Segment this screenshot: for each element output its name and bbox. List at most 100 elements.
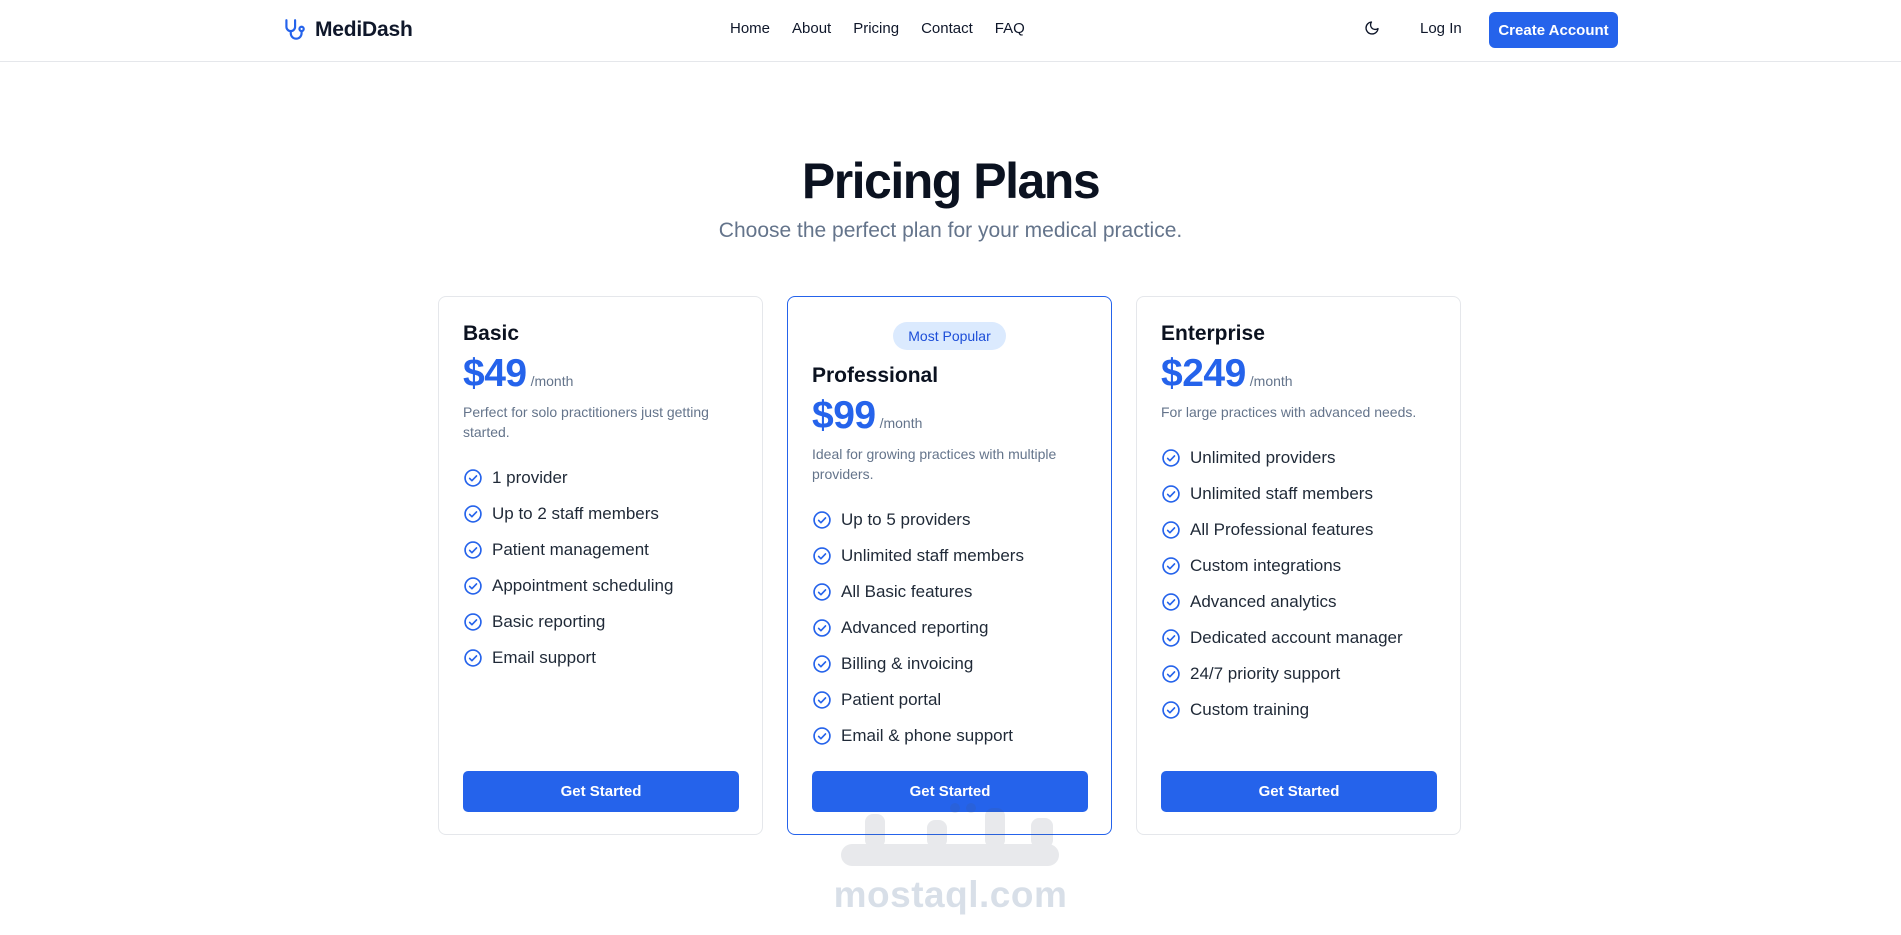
check-circle-icon xyxy=(812,582,832,602)
check-circle-icon xyxy=(463,576,483,596)
feature-label: Advanced reporting xyxy=(841,618,989,637)
check-circle-icon xyxy=(1161,484,1181,504)
price-row: $49 /month xyxy=(463,352,573,396)
feature-item: Advanced reporting xyxy=(812,610,1024,646)
plan-description: For large practices with advanced needs. xyxy=(1161,404,1417,420)
plan-period: /month xyxy=(1249,373,1293,389)
price-row: $249 /month xyxy=(1161,352,1293,396)
check-circle-icon xyxy=(1161,556,1181,576)
nav-home[interactable]: Home xyxy=(730,20,770,37)
nav-about[interactable]: About xyxy=(792,20,831,37)
feature-item: Custom integrations xyxy=(1161,548,1403,584)
login-link[interactable]: Log In xyxy=(1420,20,1462,37)
brand-name: MediDash xyxy=(315,18,413,41)
watermark-logo xyxy=(835,800,1066,880)
feature-label: Unlimited staff members xyxy=(1190,484,1373,503)
check-circle-icon xyxy=(1161,664,1181,684)
plan-period: /month xyxy=(530,373,574,389)
nav-pricing[interactable]: Pricing xyxy=(853,20,899,37)
check-circle-icon xyxy=(1161,448,1181,468)
check-circle-icon xyxy=(812,690,832,710)
feature-label: 24/7 priority support xyxy=(1190,664,1341,683)
plan-price: $249 xyxy=(1161,352,1246,395)
pricing-card-professional: Most Popular Professional $99 /month Ide… xyxy=(787,296,1112,835)
feature-item: Patient management xyxy=(463,532,673,568)
feature-item: Billing & invoicing xyxy=(812,646,1024,682)
check-circle-icon xyxy=(812,726,832,746)
watermark-text: mostaql.com xyxy=(833,874,1068,915)
feature-label: Custom integrations xyxy=(1190,556,1342,575)
feature-label: Advanced analytics xyxy=(1190,592,1337,611)
get-started-button-enterprise[interactable]: Get Started xyxy=(1161,771,1437,812)
page-subtitle: Choose the perfect plan for your medical… xyxy=(718,219,1183,242)
moon-icon xyxy=(1364,20,1380,41)
feature-label: All Professional features xyxy=(1190,520,1374,539)
check-circle-icon xyxy=(463,612,483,632)
feature-list: Up to 5 providers Unlimited staff member… xyxy=(812,502,1024,754)
feature-label: Up to 2 staff members xyxy=(492,504,659,523)
pricing-card-enterprise: Enterprise $249 /month For large practic… xyxy=(1136,296,1461,835)
price-row: $99 /month xyxy=(812,394,922,438)
feature-label: Up to 5 providers xyxy=(841,510,971,529)
create-account-button[interactable]: Create Account xyxy=(1489,12,1618,48)
nav-faq[interactable]: FAQ xyxy=(995,20,1025,37)
feature-item: Patient portal xyxy=(812,682,1024,718)
plan-description: Perfect for solo practitioners just gett… xyxy=(463,404,709,440)
check-circle-icon xyxy=(812,546,832,566)
feature-list: 1 provider Up to 2 staff members Patient… xyxy=(463,460,673,676)
feature-item: Unlimited providers xyxy=(1161,440,1403,476)
feature-item: Dedicated account manager xyxy=(1161,620,1403,656)
check-circle-icon xyxy=(812,618,832,638)
get-started-button-basic[interactable]: Get Started xyxy=(463,771,739,812)
plan-period: /month xyxy=(879,415,923,431)
check-circle-icon xyxy=(812,654,832,674)
feature-item: All Professional features xyxy=(1161,512,1403,548)
feature-item: Advanced analytics xyxy=(1161,584,1403,620)
feature-label: 1 provider xyxy=(492,468,568,487)
plan-price: $99 xyxy=(812,394,876,437)
theme-toggle-button[interactable] xyxy=(1362,20,1382,40)
feature-item: Unlimited staff members xyxy=(812,538,1024,574)
top-navbar: MediDash Home About Pricing Contact FAQ … xyxy=(0,0,1901,62)
feature-label: Patient portal xyxy=(841,690,942,709)
most-popular-badge: Most Popular xyxy=(893,322,1006,350)
check-circle-icon xyxy=(463,648,483,668)
feature-label: Unlimited providers xyxy=(1190,448,1336,467)
feature-label: Billing & invoicing xyxy=(841,654,974,673)
check-circle-icon xyxy=(463,468,483,488)
plan-name: Enterprise xyxy=(1161,322,1265,345)
check-circle-icon xyxy=(463,540,483,560)
feature-label: Appointment scheduling xyxy=(492,576,674,595)
stethoscope-icon xyxy=(281,17,307,43)
feature-item: 1 provider xyxy=(463,460,673,496)
feature-label: Email & phone support xyxy=(841,726,1013,745)
feature-item: Up to 2 staff members xyxy=(463,496,673,532)
check-circle-icon xyxy=(1161,628,1181,648)
plan-description: Ideal for growing practices with multipl… xyxy=(812,446,1057,482)
check-circle-icon xyxy=(1161,520,1181,540)
feature-label: Dedicated account manager xyxy=(1190,628,1403,647)
check-circle-icon xyxy=(463,504,483,524)
plan-price: $49 xyxy=(463,352,527,395)
main-nav: Home About Pricing Contact FAQ xyxy=(730,20,1047,37)
check-circle-icon xyxy=(1161,700,1181,720)
feature-label: Unlimited staff members xyxy=(841,546,1024,565)
feature-item: Appointment scheduling xyxy=(463,568,673,604)
feature-item: All Basic features xyxy=(812,574,1024,610)
feature-label: Basic reporting xyxy=(492,612,606,631)
feature-item: Basic reporting xyxy=(463,604,673,640)
feature-item: Custom training xyxy=(1161,692,1403,728)
feature-item: 24/7 priority support xyxy=(1161,656,1403,692)
plan-name: Basic xyxy=(463,322,520,345)
feature-item: Unlimited staff members xyxy=(1161,476,1403,512)
plan-name: Professional xyxy=(812,364,939,387)
brand[interactable]: MediDash xyxy=(281,16,413,44)
check-circle-icon xyxy=(812,510,832,530)
nav-contact[interactable]: Contact xyxy=(921,20,973,37)
feature-label: Custom training xyxy=(1190,700,1310,719)
feature-label: Email support xyxy=(492,648,596,667)
feature-item: Up to 5 providers xyxy=(812,502,1024,538)
page-title: Pricing Plans xyxy=(801,153,1101,209)
feature-label: All Basic features xyxy=(841,582,973,601)
feature-item: Email support xyxy=(463,640,673,676)
